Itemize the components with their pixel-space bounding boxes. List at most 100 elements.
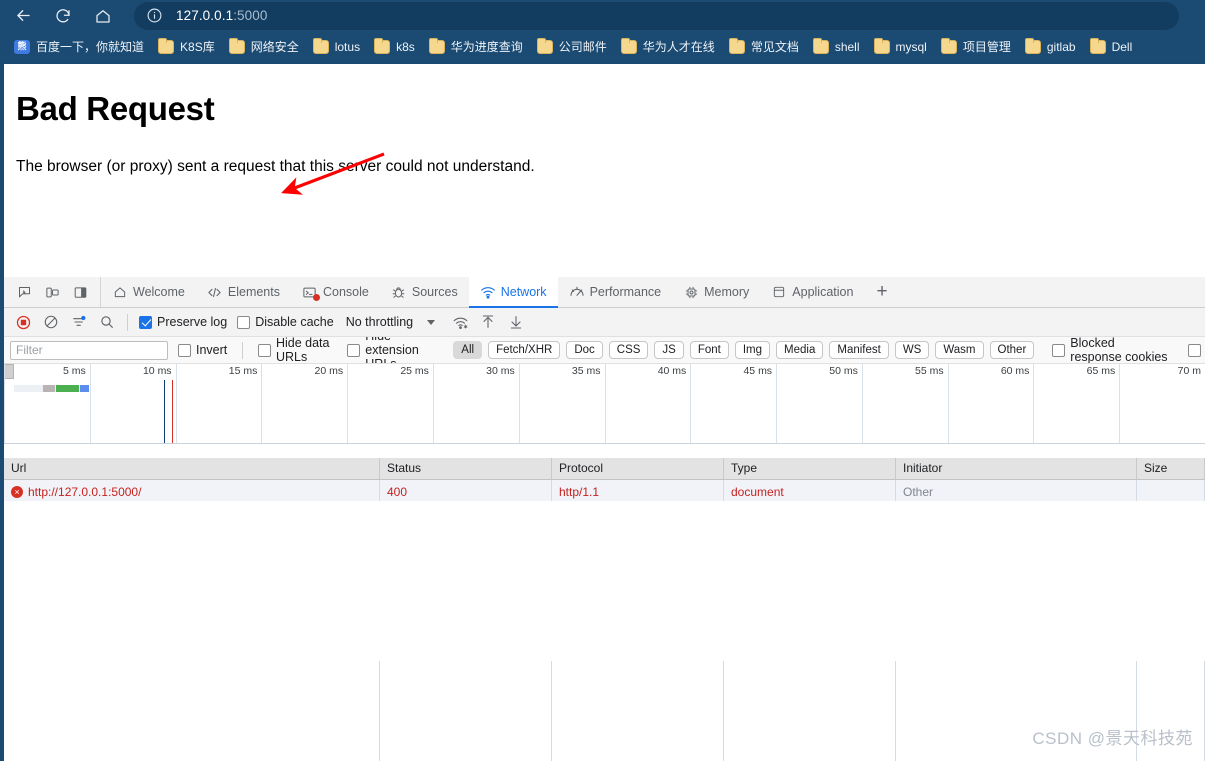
back-button[interactable] bbox=[6, 2, 40, 30]
bookmark-item[interactable]: k8s bbox=[368, 35, 421, 59]
disable-cache-checkbox[interactable]: Disable cache bbox=[233, 315, 338, 329]
more-tools-button[interactable]: + bbox=[864, 277, 899, 307]
cell-text: Other bbox=[903, 485, 934, 499]
hide-extension-urls-box[interactable] bbox=[347, 343, 361, 357]
tab-label: Elements bbox=[227, 285, 280, 299]
info-circle-icon[interactable] bbox=[146, 7, 164, 25]
bookmark-label: shell bbox=[834, 39, 860, 54]
network-overview-timeline[interactable]: 5 ms 10 ms 15 ms 20 ms 25 ms 30 ms 35 ms 40 ms 4… bbox=[4, 364, 1205, 444]
tab-elements[interactable]: Elements bbox=[196, 277, 291, 307]
filter-funnel-icon[interactable] bbox=[66, 310, 92, 334]
type-filter-js[interactable]: JS bbox=[654, 341, 684, 359]
bookmark-item[interactable]: Dell bbox=[1084, 35, 1139, 59]
column-header-initiator[interactable]: Initiator bbox=[896, 458, 1137, 479]
bookmark-item[interactable]: lotus bbox=[307, 35, 366, 59]
filter-input[interactable] bbox=[10, 340, 168, 360]
bookmark-item[interactable]: 网络安全 bbox=[223, 35, 305, 59]
column-header-size[interactable]: Size bbox=[1137, 458, 1205, 479]
type-filter-other[interactable]: Other bbox=[989, 341, 1035, 359]
type-filter-font[interactable]: Font bbox=[689, 341, 729, 359]
overview-tick-label: 45 ms bbox=[743, 365, 773, 377]
trailing-filter-checkbox[interactable] bbox=[1184, 343, 1205, 357]
inspect-element-icon[interactable] bbox=[10, 279, 38, 305]
throttling-select[interactable]: No throttling bbox=[340, 311, 441, 333]
overview-tick: 55 ms bbox=[861, 364, 948, 443]
type-filter-ws[interactable]: WS bbox=[894, 341, 930, 359]
csdn-watermark: CSDN @景天科技苑 bbox=[1032, 729, 1193, 748]
cell-url: × http://127.0.0.1:5000/ bbox=[4, 480, 380, 501]
column-header-url[interactable]: Url bbox=[4, 458, 380, 479]
tab-sources[interactable]: Sources bbox=[380, 277, 469, 307]
column-header-protocol[interactable]: Protocol bbox=[552, 458, 724, 479]
preserve-log-checkbox[interactable]: Preserve log bbox=[135, 315, 231, 329]
blocked-response-cookies-checkbox[interactable]: Blocked response cookies bbox=[1048, 337, 1172, 363]
device-toolbar-icon[interactable] bbox=[38, 279, 66, 305]
tab-console[interactable]: Console bbox=[291, 277, 380, 307]
dock-side-icon[interactable] bbox=[66, 279, 94, 305]
table-row[interactable]: × http://127.0.0.1:5000/400 http/1.1 docume… bbox=[4, 480, 1205, 501]
preserve-log-box[interactable] bbox=[139, 315, 152, 329]
tab-application[interactable]: Application bbox=[760, 277, 864, 307]
trailing-filter-box[interactable] bbox=[1188, 343, 1201, 357]
address-bar[interactable]: 127.0.0.1:5000 bbox=[134, 1, 1179, 30]
export-har-arrow-down-icon[interactable] bbox=[503, 310, 529, 334]
devtools-tabbar: Welcome Elements Console Sources Network Perf… bbox=[4, 277, 1205, 308]
bookmark-item[interactable]: 华为进度查询 bbox=[423, 35, 529, 59]
hide-data-urls-checkbox[interactable]: Hide data URLs bbox=[254, 337, 337, 363]
tab-label: Sources bbox=[411, 285, 458, 299]
search-magnifier-icon[interactable] bbox=[94, 310, 120, 334]
overview-tick-label: 35 ms bbox=[571, 365, 601, 377]
bookmark-item[interactable]: mysql bbox=[868, 35, 933, 59]
type-filter-wasm[interactable]: Wasm bbox=[935, 341, 984, 359]
console-terminal-icon bbox=[302, 284, 320, 301]
type-filter-media[interactable]: Media bbox=[776, 341, 824, 359]
cell-text: http/1.1 bbox=[559, 485, 600, 499]
overview-tick: 20 ms bbox=[261, 364, 347, 443]
home-button[interactable] bbox=[86, 2, 120, 30]
tab-welcome[interactable]: Welcome bbox=[101, 277, 196, 307]
invert-box[interactable] bbox=[178, 343, 191, 357]
wifi-settings-icon[interactable] bbox=[447, 310, 473, 334]
column-header-status[interactable]: Status bbox=[380, 458, 552, 479]
bookmark-item[interactable]: 项目管理 bbox=[935, 35, 1017, 59]
type-filter-css[interactable]: CSS bbox=[608, 341, 649, 359]
bookmark-item[interactable]: 公司邮件 bbox=[531, 35, 613, 59]
wifi-icon bbox=[480, 284, 496, 300]
overview-request-band bbox=[14, 385, 89, 392]
hide-data-urls-box[interactable] bbox=[257, 343, 271, 357]
cell-size bbox=[1137, 480, 1205, 501]
record-stop-icon[interactable] bbox=[10, 310, 36, 334]
hide-extension-urls-checkbox[interactable]: Hide extension URLs bbox=[343, 337, 447, 363]
bookmark-item[interactable]: 常见文档 bbox=[723, 35, 805, 59]
type-filter-doc[interactable]: Doc bbox=[566, 341, 603, 359]
bookmark-item[interactable]: shell bbox=[807, 35, 866, 59]
folder-icon bbox=[940, 37, 957, 54]
blocked-response-cookies-box[interactable] bbox=[1052, 343, 1066, 357]
tab-memory[interactable]: Memory bbox=[672, 277, 760, 307]
overview-segment-waiting-ttfb bbox=[56, 385, 79, 392]
reload-button[interactable] bbox=[46, 2, 80, 30]
home-icon bbox=[112, 284, 128, 300]
overview-tick: 65 ms bbox=[1033, 364, 1119, 443]
bookmark-item[interactable]: gitlab bbox=[1019, 35, 1082, 59]
type-filter-manifest[interactable]: Manifest bbox=[829, 341, 889, 359]
page-body-text: The browser (or proxy) sent a request th… bbox=[16, 158, 535, 175]
type-filter-all[interactable]: All bbox=[453, 341, 483, 359]
bookmark-item[interactable]: 华为人才在线 bbox=[615, 35, 721, 59]
bookmark-item[interactable]: K8S库 bbox=[152, 35, 221, 59]
screen: 127.0.0.1:5000 熊百度一下，你就知道 K8S库 网络安全 lotus k8… bbox=[0, 0, 1205, 761]
bookmark-label: 项目管理 bbox=[962, 40, 1011, 54]
tab-network[interactable]: Network bbox=[468, 277, 558, 308]
type-filter-fetch-xhr[interactable]: Fetch/XHR bbox=[488, 341, 561, 359]
tab-performance[interactable]: Performance bbox=[558, 277, 673, 307]
invert-checkbox[interactable]: Invert bbox=[174, 343, 231, 357]
import-har-arrow-up-icon[interactable] bbox=[475, 310, 501, 334]
column-header-type[interactable]: Type bbox=[724, 458, 896, 479]
clear-circle-slash-icon[interactable] bbox=[38, 310, 64, 334]
bookmark-item[interactable]: 熊百度一下，你就知道 bbox=[8, 35, 150, 59]
disable-cache-box[interactable] bbox=[237, 315, 251, 329]
folder-icon bbox=[873, 37, 890, 54]
chevron-down-icon[interactable] bbox=[427, 319, 436, 325]
overview-tick-label: 10 ms bbox=[142, 365, 172, 377]
type-filter-img[interactable]: Img bbox=[734, 341, 771, 359]
